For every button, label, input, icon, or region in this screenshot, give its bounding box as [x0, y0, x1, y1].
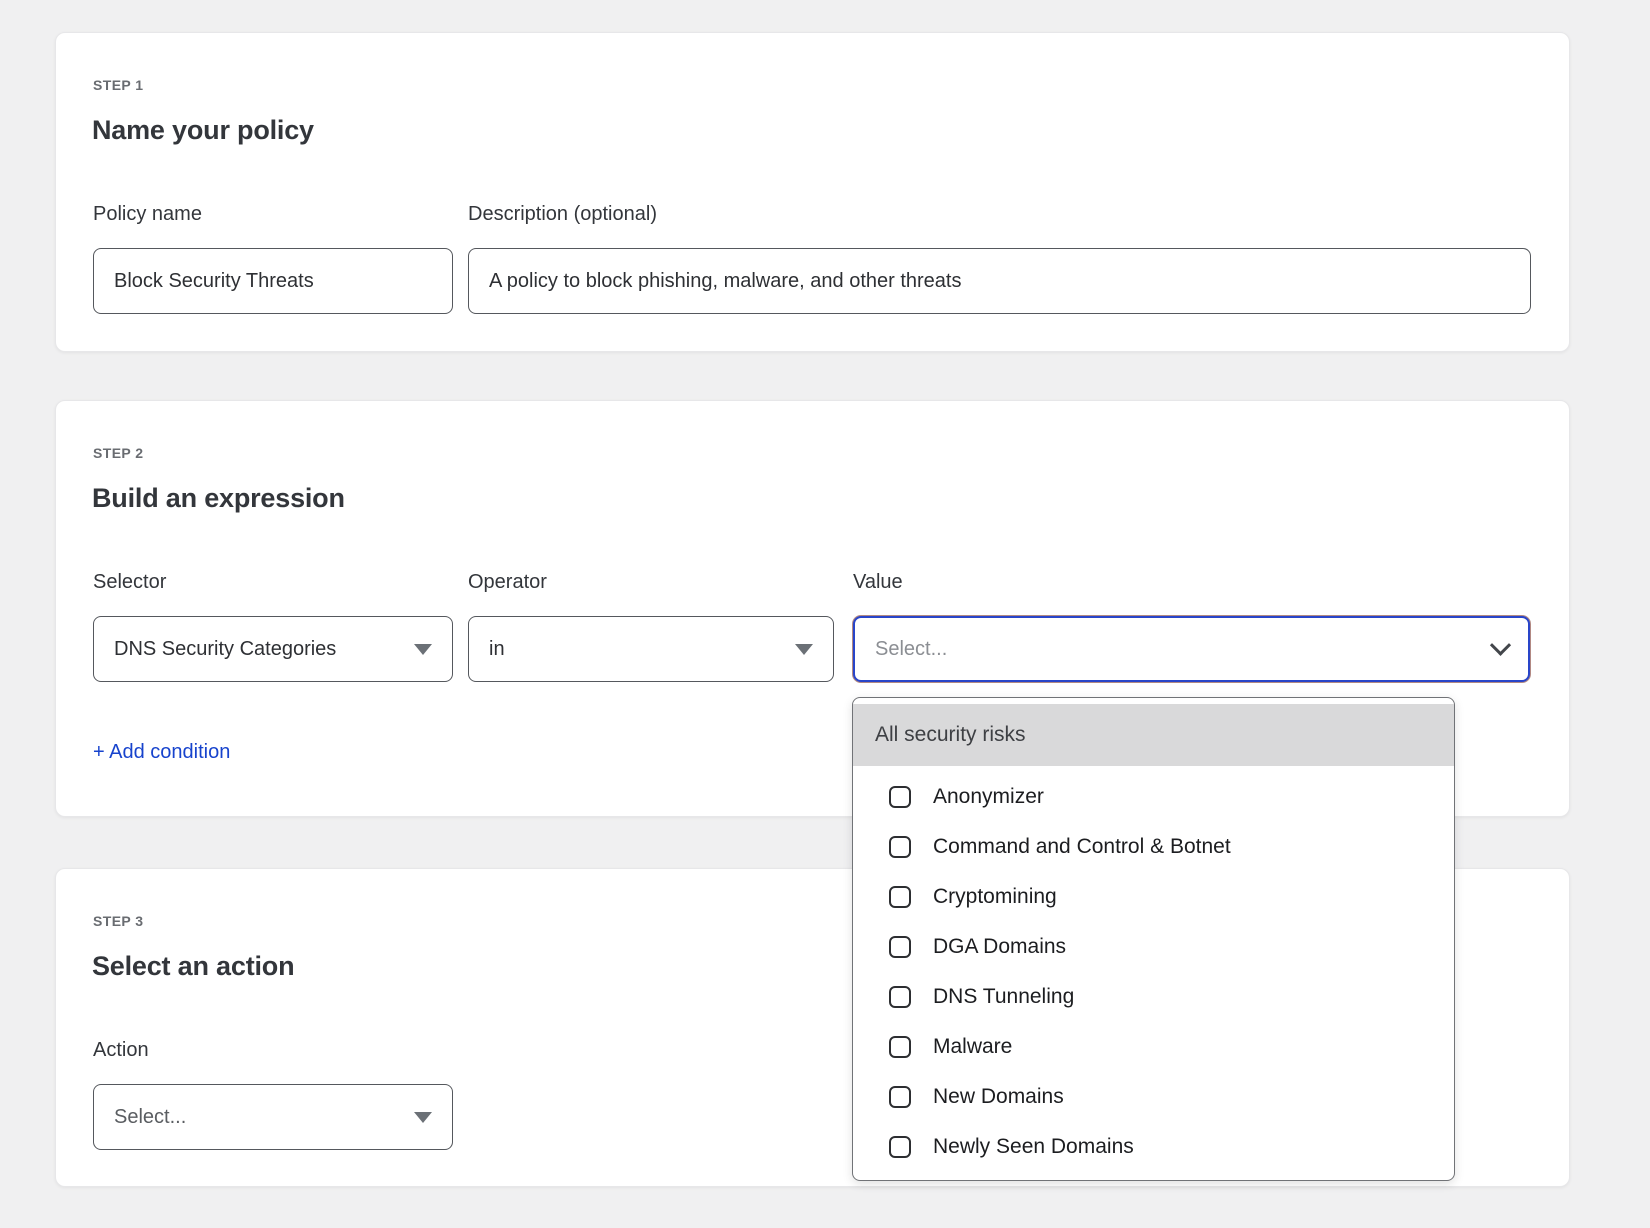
operator-select[interactable]: in [468, 616, 834, 682]
selector-select[interactable]: DNS Security Categories [93, 616, 453, 682]
policy-name-input[interactable] [93, 248, 453, 314]
checkbox-icon[interactable] [889, 936, 911, 958]
operator-value: in [489, 638, 505, 661]
triangle-down-icon [414, 644, 432, 655]
add-condition-link[interactable]: + Add condition [93, 741, 230, 764]
step3-title: Select an action [92, 951, 294, 982]
dropdown-group-header[interactable]: All security risks [853, 704, 1454, 766]
dropdown-option-label: DGA Domains [933, 935, 1066, 959]
dropdown-option-label: Newly Seen Domains [933, 1135, 1134, 1159]
checkbox-icon[interactable] [889, 886, 911, 908]
operator-label: Operator [468, 571, 547, 594]
dropdown-option[interactable]: Anonymizer [853, 772, 1454, 822]
step1-title: Name your policy [92, 115, 314, 146]
dropdown-option-label: Command and Control & Botnet [933, 835, 1231, 859]
value-multiselect[interactable]: Select... [853, 616, 1530, 682]
dropdown-option-label: Malware [933, 1035, 1012, 1059]
value-label: Value [853, 571, 903, 594]
selector-value: DNS Security Categories [114, 638, 336, 661]
dropdown-options-list: Anonymizer Command and Control & Botnet … [853, 766, 1454, 1172]
dropdown-option[interactable]: Command and Control & Botnet [853, 822, 1454, 872]
action-placeholder: Select... [114, 1106, 186, 1129]
value-dropdown-panel: All security risks Anonymizer Command an… [852, 697, 1455, 1181]
action-select[interactable]: Select... [93, 1084, 453, 1150]
policy-name-label: Policy name [93, 203, 202, 226]
checkbox-icon[interactable] [889, 986, 911, 1008]
chevron-down-icon [1490, 634, 1511, 655]
selector-label: Selector [93, 571, 166, 594]
step2-step-label: STEP 2 [93, 445, 143, 461]
step1-step-label: STEP 1 [93, 77, 143, 93]
checkbox-icon[interactable] [889, 1136, 911, 1158]
checkbox-icon[interactable] [889, 836, 911, 858]
checkbox-icon[interactable] [889, 1036, 911, 1058]
dropdown-option-label: DNS Tunneling [933, 985, 1074, 1009]
step3-step-label: STEP 3 [93, 913, 143, 929]
dropdown-option[interactable]: Malware [853, 1022, 1454, 1072]
description-label: Description (optional) [468, 203, 657, 226]
dropdown-option[interactable]: New Domains [853, 1072, 1454, 1122]
checkbox-icon[interactable] [889, 786, 911, 808]
checkbox-icon[interactable] [889, 1086, 911, 1108]
value-placeholder: Select... [875, 638, 947, 661]
triangle-down-icon [414, 1112, 432, 1123]
dropdown-option[interactable]: Newly Seen Domains [853, 1122, 1454, 1172]
step2-title: Build an expression [92, 483, 345, 514]
dropdown-option[interactable]: DGA Domains [853, 922, 1454, 972]
dropdown-option[interactable]: Cryptomining [853, 872, 1454, 922]
dropdown-option-label: Cryptomining [933, 885, 1057, 909]
dropdown-option-label: New Domains [933, 1085, 1064, 1109]
description-input[interactable] [468, 248, 1531, 314]
triangle-down-icon [795, 644, 813, 655]
action-label: Action [93, 1039, 149, 1062]
dropdown-option[interactable]: DNS Tunneling [853, 972, 1454, 1022]
step1-card: STEP 1 Name your policy Policy name Desc… [55, 32, 1570, 352]
dropdown-option-label: Anonymizer [933, 785, 1044, 809]
